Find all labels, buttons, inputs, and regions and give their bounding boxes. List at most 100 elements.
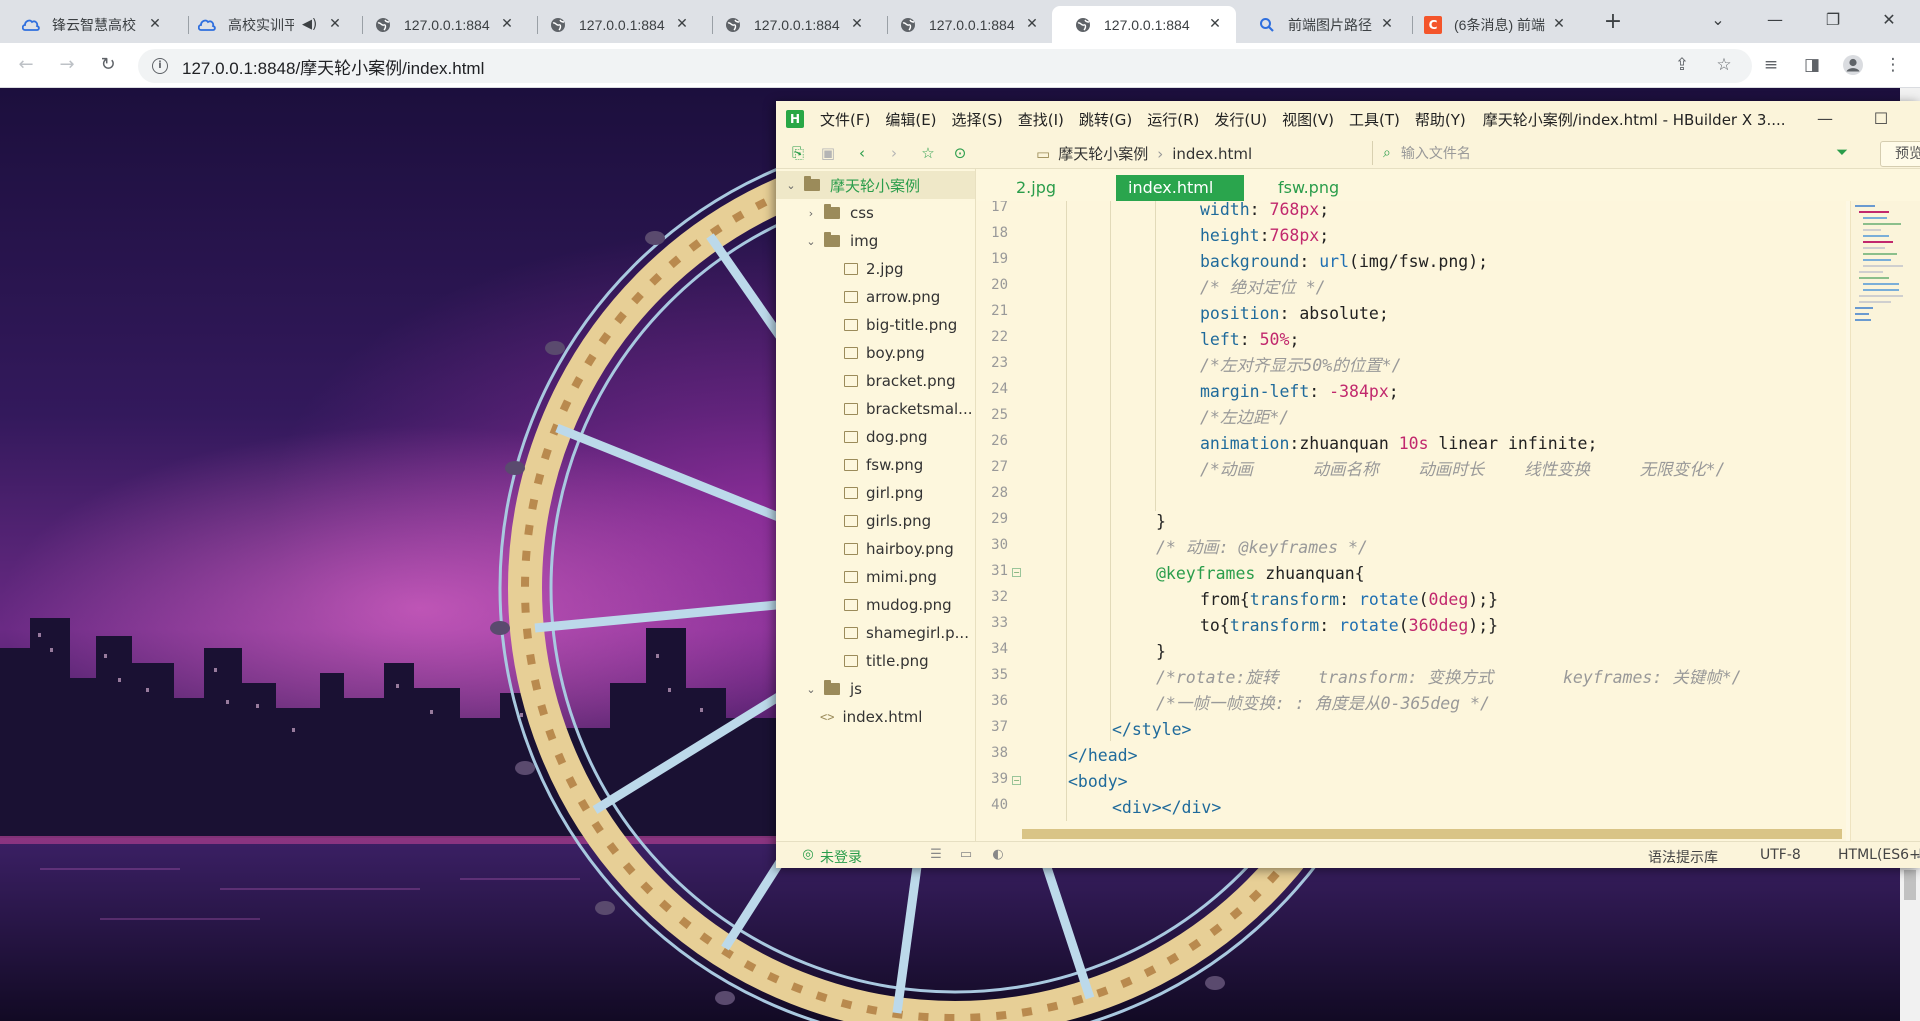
terminal-icon[interactable]: ▭ [958,847,974,862]
share-icon[interactable]: ⇪ [1671,54,1693,76]
fold-toggle-icon[interactable]: − [1012,776,1021,785]
browser-tab[interactable]: 高校实训平 ◀) ✕ [176,6,356,43]
tree-item-index-html[interactable]: <> index.html [776,703,975,731]
tree-item-img[interactable]: ⌄ img [776,227,975,255]
tree-item-file[interactable]: mudog.png [776,591,975,619]
filter-icon[interactable]: ⏷ [1836,143,1848,161]
menu-help[interactable]: 帮助(Y) [1415,109,1466,130]
tree-item-file[interactable]: boy.png [776,339,975,367]
menu-goto[interactable]: 跳转(G) [1079,109,1132,130]
menu-file[interactable]: 文件(F) [820,109,870,130]
tab-search-chevron-icon[interactable]: ⌄ [1695,2,1741,38]
page-scrollbar-thumb[interactable] [1904,870,1916,900]
close-icon[interactable]: ✕ [1023,15,1041,33]
browser-tab[interactable]: 127.0.0.1:884 ✕ [527,6,703,43]
menu-tools[interactable]: 工具(T) [1349,109,1400,130]
tree-item-file[interactable]: 2.jpg [776,255,975,283]
browser-tab[interactable]: C (6条消息) 前端 ✕ [1402,6,1580,43]
minimize-button[interactable]: — [1752,2,1798,38]
menu-find[interactable]: 查找(I) [1018,109,1064,130]
file-search-input[interactable]: ⌕ 输入文件名 [1372,141,1844,165]
tree-item-file[interactable]: dog.png [776,423,975,451]
tree-item-file[interactable]: girls.png [776,507,975,535]
tree-item-file[interactable]: bracketsmal... [776,395,975,423]
fold-toggle-icon[interactable]: − [1012,568,1021,577]
menu-view[interactable]: 视图(V) [1282,109,1334,130]
editor-tab-index-html[interactable]: index.html [1116,175,1244,201]
back-arrow-icon[interactable]: ← [12,51,40,79]
browser-tab[interactable]: 锋云智慧高校 ✕ [0,6,176,43]
breadcrumb-file[interactable]: index.html [1172,145,1252,163]
browser-tab[interactable]: 127.0.0.1:884 ✕ [702,6,878,43]
tree-item-file[interactable]: girl.png [776,479,975,507]
editor-tab-fsw-png[interactable]: fsw.png [1266,175,1351,201]
code-editor[interactable]: 17 18 19 20 21 22 23 24 25 26 27 28 29 3… [976,201,1846,841]
list-icon[interactable]: ☰ [928,847,944,862]
close-icon[interactable]: ✕ [1206,15,1224,33]
close-icon[interactable]: ✕ [1378,15,1396,33]
save-icon[interactable]: ▣ [818,143,838,163]
close-icon[interactable]: ✕ [498,15,516,33]
close-icon[interactable]: ✕ [146,15,164,33]
tree-item-js[interactable]: ⌄ js [776,675,975,703]
profile-avatar-icon[interactable] [1842,54,1864,76]
browser-menu-icon[interactable]: ⋮ [1882,54,1904,76]
side-panel-icon[interactable]: ◨ [1801,54,1823,76]
tree-item-file[interactable]: mimi.png [776,563,975,591]
favorite-star-icon[interactable]: ☆ [918,143,938,163]
palette-icon[interactable]: ◐ [990,847,1006,862]
browser-tab[interactable]: 127.0.0.1:884 ✕ [877,6,1053,43]
tree-item-file[interactable]: shamegirl.p... [776,619,975,647]
close-icon[interactable]: ✕ [848,15,866,33]
info-icon[interactable]: i [152,58,168,74]
encoding-indicator[interactable]: UTF-8 [1760,847,1801,863]
run-icon[interactable]: ⊙ [950,143,970,163]
restore-button[interactable]: ❐ [1810,2,1856,38]
hb-minimize-button[interactable]: — [1810,107,1840,131]
forward-icon[interactable]: › [884,143,904,163]
tab-title: 127.0.0.1:884 [754,16,840,33]
close-window-button[interactable]: ✕ [1866,2,1912,38]
address-bar[interactable]: i 127.0.0.1:8848/摩天轮小案例/index.html [138,49,1752,83]
tree-item-css[interactable]: › css [776,199,975,227]
bookmark-star-icon[interactable]: ☆ [1713,54,1735,76]
browser-tab[interactable]: 前端图片路径 ✕ [1236,6,1408,43]
editor-horizontal-scrollbar[interactable] [1022,829,1842,839]
new-tab-button[interactable]: + [1599,8,1627,36]
tree-item-project-root[interactable]: ⌄ 摩天轮小案例 [776,171,975,199]
tree-item-file[interactable]: bracket.png [776,367,975,395]
code-minimap[interactable] [1850,201,1920,841]
hb-close-button[interactable]: ✕ [1910,107,1920,131]
hb-maximize-button[interactable]: ☐ [1866,107,1896,131]
new-file-icon[interactable]: ⎘ [788,143,808,163]
menu-publish[interactable]: 发行(U) [1214,109,1267,130]
reload-icon[interactable]: ↻ [94,51,122,79]
close-icon[interactable]: ✕ [1550,15,1568,33]
forward-arrow-icon[interactable]: → [53,51,81,79]
close-icon[interactable]: ✕ [673,15,691,33]
preview-button[interactable]: 预览 [1880,141,1920,167]
url-text[interactable]: 127.0.0.1:8848/摩天轮小案例/index.html [182,54,484,79]
tree-item-file[interactable]: big-title.png [776,311,975,339]
breadcrumb-project[interactable]: 摩天轮小案例 [1058,143,1148,164]
file-search-placeholder[interactable]: 输入文件名 [1401,143,1471,163]
notification-bell-icon[interactable]: ♪ [1912,847,1920,862]
menu-edit[interactable]: 编辑(E) [885,109,936,130]
language-mode-indicator[interactable]: HTML(ES6+) [1838,847,1920,863]
tree-item-file[interactable]: arrow.png [776,283,975,311]
browser-tab-active[interactable]: 127.0.0.1:884 ✕ [1052,6,1236,43]
tree-item-file[interactable]: fsw.png [776,451,975,479]
back-icon[interactable]: ‹ [852,143,872,163]
tree-item-file[interactable]: hairboy.png [776,535,975,563]
browser-tab[interactable]: 127.0.0.1:884 ✕ [352,6,528,43]
tree-item-file[interactable]: title.png [776,647,975,675]
reading-list-icon[interactable]: ≡ [1760,54,1782,76]
menu-select[interactable]: 选择(S) [952,109,1003,130]
user-icon[interactable]: ◎ [800,847,816,862]
syntax-library-button[interactable]: 语法提示库 [1648,847,1718,867]
editor-tab-2jpg[interactable]: 2.jpg [1004,175,1068,201]
close-icon[interactable]: ✕ [326,15,344,33]
menu-run[interactable]: 运行(R) [1147,109,1199,130]
login-status[interactable]: 未登录 [820,847,862,867]
speaker-icon[interactable]: ◀) [302,17,317,32]
